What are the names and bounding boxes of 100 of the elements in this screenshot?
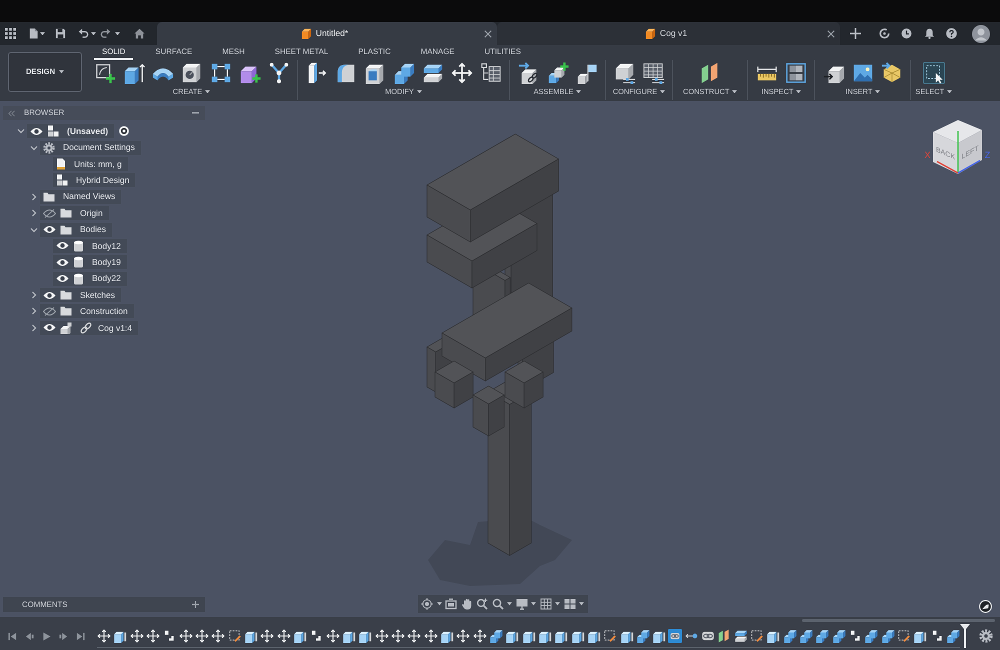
apps-icon[interactable] [4, 28, 16, 39]
chevron-icon[interactable] [30, 209, 38, 218]
boxes-icon[interactable] [636, 628, 650, 642]
undo-icon[interactable] [78, 28, 88, 39]
panels-icon[interactable] [784, 62, 807, 84]
move-icon[interactable] [97, 628, 111, 642]
caret-icon[interactable] [114, 32, 120, 36]
caret-icon[interactable] [531, 602, 536, 606]
caret-icon[interactable] [796, 90, 802, 94]
hand-icon[interactable] [460, 598, 472, 610]
clock-icon[interactable] [901, 28, 912, 39]
layers-icon[interactable] [734, 628, 748, 642]
tree-item[interactable]: Units: mm, g [53, 156, 128, 171]
dial-icon[interactable] [979, 600, 992, 613]
eye-icon[interactable] [30, 126, 43, 136]
play-icon[interactable] [42, 632, 50, 640]
boxes-plus-icon[interactable] [546, 62, 568, 84]
box-arrow-icon[interactable] [122, 62, 144, 84]
move-icon[interactable] [326, 628, 340, 642]
square-pencil-icon[interactable] [897, 628, 912, 642]
document-tab[interactable]: Cog v1 [497, 22, 840, 45]
boxes-icon[interactable] [488, 628, 503, 642]
chevron-icon[interactable] [16, 127, 24, 136]
tree-item[interactable]: Body19 [53, 255, 127, 270]
square-pencil-icon[interactable] [603, 628, 618, 642]
chevron-icon[interactable] [30, 192, 38, 201]
selection-box-icon[interactable] [922, 62, 945, 84]
boxes-icon[interactable] [864, 628, 878, 642]
chevron-icon[interactable] [30, 324, 38, 332]
caret-icon[interactable] [436, 602, 442, 606]
image-icon[interactable] [852, 62, 874, 84]
eye-icon[interactable] [43, 290, 56, 300]
tree-item[interactable]: Body22 [53, 272, 127, 286]
minimize-icon[interactable] [192, 112, 199, 114]
move-icon[interactable] [424, 628, 438, 642]
hidden-eye-icon[interactable] [43, 306, 56, 316]
caret-icon[interactable] [416, 90, 422, 94]
bell-icon[interactable] [924, 28, 935, 39]
blocks-icon[interactable] [309, 628, 324, 642]
avatar-icon[interactable] [972, 24, 990, 42]
cube-link-icon[interactable] [518, 62, 540, 84]
help-icon[interactable] [946, 28, 957, 39]
move-icon[interactable] [450, 62, 472, 84]
tree-item[interactable]: Cog v1:4 [40, 320, 138, 335]
zoom-in-icon[interactable] [476, 598, 488, 610]
move-icon[interactable] [260, 628, 274, 642]
boxes-icon[interactable] [392, 62, 414, 84]
cube-hole-icon[interactable] [180, 62, 202, 84]
move-icon[interactable] [390, 628, 405, 642]
caret-icon[interactable] [59, 70, 64, 74]
eye-icon[interactable] [56, 241, 69, 250]
eye-icon[interactable] [56, 274, 69, 284]
link-icon[interactable] [668, 628, 682, 642]
radio-icon[interactable] [119, 126, 130, 136]
fork-icon[interactable] [268, 62, 290, 84]
frame-icon[interactable] [445, 598, 457, 610]
move-icon[interactable] [276, 628, 291, 642]
step-forward-icon[interactable] [58, 632, 68, 640]
move-icon[interactable] [374, 628, 389, 642]
tree-item[interactable]: Bodies [40, 222, 112, 237]
ring-icon[interactable] [879, 28, 890, 39]
blocks-icon[interactable] [162, 628, 176, 642]
caret-icon[interactable] [90, 32, 96, 36]
flag-icon[interactable] [576, 62, 598, 84]
table-icon[interactable] [480, 62, 502, 84]
move-icon[interactable] [130, 628, 144, 642]
tiles-icon[interactable] [564, 598, 576, 610]
close-icon[interactable] [484, 30, 492, 38]
plus-icon[interactable] [850, 28, 861, 39]
square-pencil-icon[interactable] [750, 628, 764, 642]
layers-icon[interactable] [422, 62, 444, 84]
move-icon[interactable] [178, 628, 193, 642]
grid-icon[interactable] [540, 598, 552, 610]
move-icon[interactable] [194, 628, 209, 642]
tree-item[interactable]: Origin [40, 206, 109, 220]
tree-item[interactable]: (Unsaved) [27, 124, 114, 138]
caret-icon[interactable] [947, 90, 952, 94]
eye-icon[interactable] [43, 323, 56, 332]
caret-icon[interactable] [555, 602, 560, 606]
timeline-marker[interactable] [960, 624, 970, 648]
caret-icon[interactable] [732, 90, 738, 94]
monitor-icon[interactable] [516, 598, 528, 610]
chevron-icon[interactable] [30, 307, 38, 316]
chevron-icon[interactable] [30, 226, 38, 234]
table-sliders-icon[interactable] [642, 62, 664, 84]
plus-icon[interactable] [192, 601, 199, 608]
tree-item[interactable]: Body12 [53, 238, 127, 253]
tree-item[interactable]: Hybrid Design [53, 173, 136, 188]
caret-icon[interactable] [579, 602, 584, 606]
skip-start-icon[interactable] [8, 632, 16, 640]
squares-grid-icon[interactable] [210, 62, 232, 84]
boxes-icon[interactable] [832, 628, 846, 642]
hollow-cube-icon[interactable] [364, 62, 386, 84]
tree-item[interactable]: Document Settings [40, 140, 141, 155]
save-icon[interactable] [54, 28, 66, 39]
step-back-icon[interactable] [24, 632, 34, 640]
move-icon[interactable] [211, 628, 226, 642]
hidden-eye-icon[interactable] [43, 208, 56, 218]
boxes-icon[interactable] [799, 628, 814, 642]
caret-icon[interactable] [875, 90, 880, 94]
